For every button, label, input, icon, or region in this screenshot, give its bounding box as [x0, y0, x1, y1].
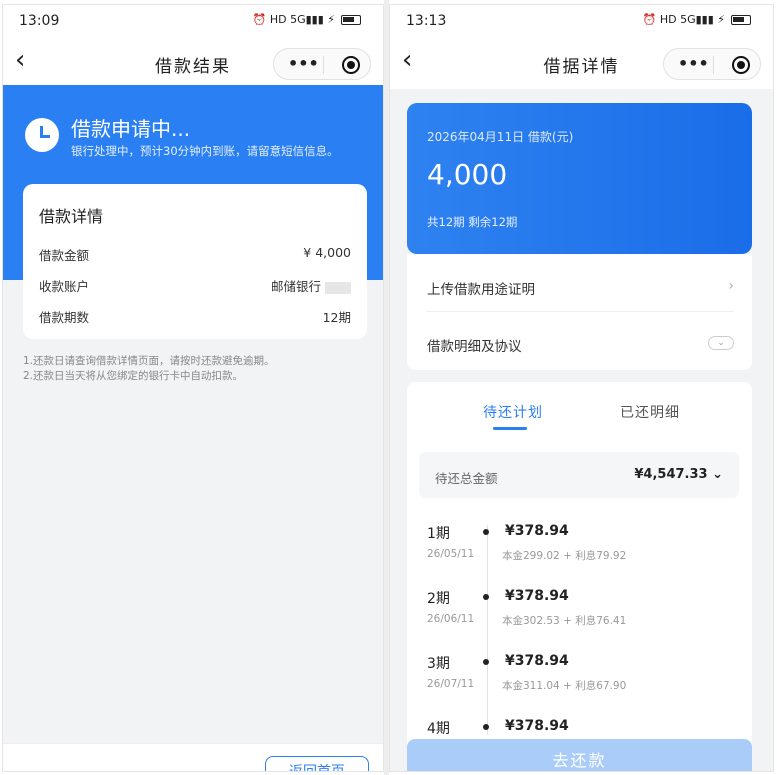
- status-time: 13:09: [19, 13, 60, 29]
- capsule-divider: [713, 56, 714, 74]
- schedule-item: 1期 26/05/11 ¥378.94 本金299.02 + 利息79.92: [407, 523, 752, 573]
- repayment-plan-section: 待还计划 已还明细 待还总金额 ¥4,547.33 ⌄: [407, 382, 752, 771]
- loan-result-screen: 13:09 ⏰ HD 5G▮▮▮ ⚡ ‹ 借款结果 ••• 借款申请中... 银…: [2, 4, 384, 772]
- active-tab-indicator: [493, 427, 527, 430]
- status-icons-text: ⏰ HD 5G▮▮▮ ⚡: [642, 13, 725, 26]
- period-label: 2期: [427, 591, 450, 607]
- detail-label: 借款金额: [39, 248, 90, 263]
- more-menu-icon[interactable]: •••: [678, 54, 709, 73]
- period-amount: ¥378.94: [505, 588, 569, 604]
- close-mini-program-icon[interactable]: [342, 56, 360, 74]
- timeline-dot: [483, 659, 489, 665]
- timeline-dot: [483, 594, 489, 600]
- detail-value: 邮储银行: [270, 279, 321, 294]
- loan-links-section: 上传借款用途证明 › 借款明细及协议 ⌄: [407, 254, 752, 370]
- masked-account-number: [325, 281, 351, 294]
- clock-icon: [25, 118, 59, 152]
- divider: [427, 311, 734, 312]
- repayment-notes: 1.还款日请查询借款详情页面，请按时还款避免逾期。 2.还款日当天将从您绑定的银…: [23, 354, 275, 384]
- detail-value: ¥ 4,000: [303, 245, 351, 260]
- detail-value-wrap: 邮储银行: [271, 276, 351, 295]
- period-label: 4期: [427, 721, 450, 737]
- mini-program-capsule: •••: [273, 48, 371, 80]
- total-pending-amount[interactable]: 待还总金额 ¥4,547.33 ⌄: [419, 452, 739, 498]
- period-label: 1期: [427, 526, 450, 542]
- total-label: 待还总金额: [435, 471, 498, 486]
- return-home-button[interactable]: 返回首页: [265, 756, 369, 771]
- battery-icon: [731, 14, 751, 25]
- loan-details-agreement-link[interactable]: 借款明细及协议 ⌄: [427, 335, 734, 365]
- detail-label: 借款期数: [39, 310, 90, 325]
- loan-date: 2026年04月11日 借款(元): [427, 130, 574, 144]
- application-status-title: 借款申请中...: [71, 117, 191, 141]
- close-mini-program-icon[interactable]: [732, 56, 750, 74]
- note-line: 2.还款日当天将从您绑定的银行卡中自动扣款。: [23, 370, 244, 382]
- more-menu-icon[interactable]: •••: [288, 54, 319, 73]
- detail-row-amount: 借款金额 ¥ 4,000: [39, 245, 351, 265]
- status-time: 13:13: [406, 13, 447, 29]
- period-label: 3期: [427, 656, 450, 672]
- battery-icon: [341, 14, 361, 25]
- chevron-right-icon: ›: [728, 278, 734, 294]
- status-icons: ⏰ HD 5G▮▮▮ ⚡: [643, 13, 751, 26]
- detail-label: 收款账户: [39, 279, 90, 294]
- status-icons-text: ⏰ HD 5G▮▮▮ ⚡: [252, 13, 335, 26]
- loan-amount: 4,000: [427, 158, 508, 191]
- link-label: 借款明细及协议: [427, 339, 522, 355]
- period-breakdown: 本金299.02 + 利息79.92: [502, 550, 627, 562]
- tab-repaid-details[interactable]: 已还明细: [620, 402, 680, 422]
- go-repay-button[interactable]: 去还款: [407, 739, 752, 771]
- status-bar: 13:13 ⏰ HD 5G▮▮▮ ⚡: [390, 5, 773, 35]
- loan-details-card: 借款详情 借款金额 ¥ 4,000 收款账户 邮储银行 借款期数 12期: [23, 184, 367, 339]
- period-amount: ¥378.94: [505, 523, 569, 539]
- card-title: 借款详情: [39, 207, 104, 226]
- period-date: 26/07/11: [427, 678, 475, 690]
- detail-value: 12期: [322, 310, 351, 325]
- period-date: 26/05/11: [427, 548, 475, 560]
- upload-purpose-proof-link[interactable]: 上传借款用途证明 ›: [427, 278, 734, 308]
- nav-bar: ‹ 借款结果 •••: [3, 35, 383, 89]
- note-line: 1.还款日请查询借款详情页面，请按时还款避免逾期。: [23, 355, 275, 367]
- mini-program-capsule: •••: [663, 48, 761, 80]
- timeline-dot: [483, 724, 489, 730]
- status-bar: 13:09 ⏰ HD 5G▮▮▮ ⚡: [3, 5, 383, 35]
- schedule-item: 2期 26/06/11 ¥378.94 本金302.53 + 利息76.41: [407, 588, 752, 638]
- period-breakdown: 本金311.04 + 利息67.90: [502, 680, 627, 692]
- chevron-down-icon: ⌄: [708, 336, 734, 350]
- period-amount: ¥378.94: [505, 653, 569, 669]
- schedule-item: 3期 26/07/11 ¥378.94 本金311.04 + 利息67.90: [407, 653, 752, 703]
- timeline-dot: [483, 529, 489, 535]
- tab-pending-plan[interactable]: 待还计划: [483, 402, 543, 422]
- status-icons: ⏰ HD 5G▮▮▮ ⚡: [253, 13, 361, 26]
- detail-row-account: 收款账户 邮储银行: [39, 276, 351, 296]
- period-date: 26/06/11: [427, 613, 475, 625]
- link-label: 上传借款用途证明: [427, 282, 535, 298]
- application-status-subtitle: 银行处理中，预计30分钟内到账，请留意短信信息。: [71, 144, 339, 158]
- loan-receipt-screen: 13:13 ⏰ HD 5G▮▮▮ ⚡ ‹ 借据详情 ••• 2026年04月11…: [389, 4, 774, 772]
- loan-terms: 共12期 剩余12期: [427, 215, 518, 229]
- loan-summary-card: 2026年04月11日 借款(元) 4,000 共12期 剩余12期: [407, 103, 752, 254]
- detail-row-periods: 借款期数 12期: [39, 307, 351, 327]
- total-value: ¥4,547.33 ⌄: [634, 467, 723, 482]
- period-breakdown: 本金302.53 + 利息76.41: [502, 615, 627, 627]
- capsule-divider: [323, 56, 324, 74]
- nav-bar: ‹ 借据详情 •••: [390, 35, 773, 89]
- period-amount: ¥378.94: [505, 718, 569, 734]
